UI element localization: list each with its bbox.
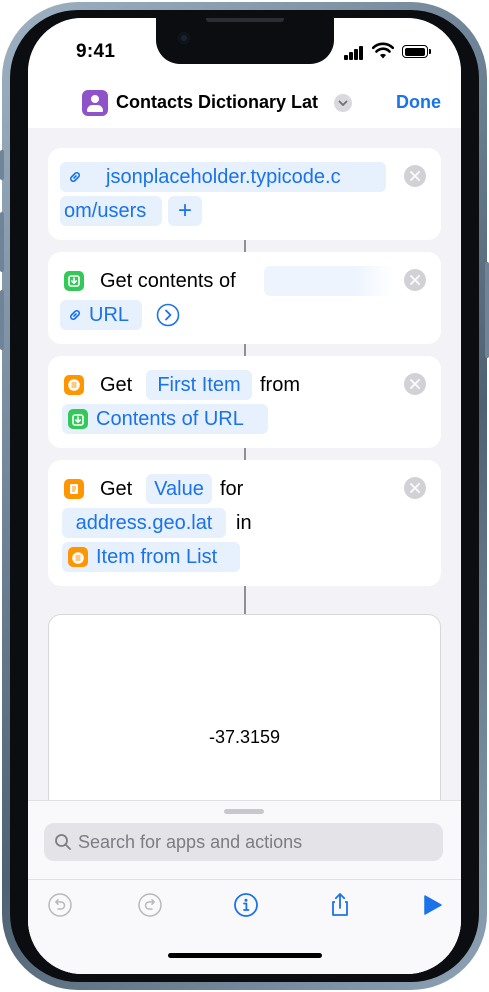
action-search-sheet: Search for apps and actions	[28, 800, 461, 974]
source-variable-pill[interactable]: Item from List	[62, 542, 240, 572]
url-text-line2: om/users	[64, 200, 147, 222]
redo-icon[interactable]	[136, 891, 164, 919]
get-contents-action-card[interactable]: Get contents of URL	[48, 252, 441, 344]
url-text-pill-continued[interactable]: om/users	[60, 196, 162, 226]
add-button[interactable]: +	[168, 196, 202, 226]
speaker-grille	[206, 18, 284, 22]
close-icon[interactable]	[404, 165, 426, 187]
download-icon	[64, 271, 84, 291]
url-variable-pill[interactable]: URL	[60, 300, 142, 330]
power-button	[485, 262, 489, 358]
search-icon	[55, 834, 71, 850]
link-icon	[70, 310, 80, 320]
url-variable-label: URL	[89, 304, 130, 326]
url-action-card[interactable]: jsonplaceholder.typicode.c om/users +	[48, 148, 441, 240]
get-label: Get	[100, 374, 133, 396]
connector-line	[244, 586, 246, 616]
get-label: Get	[100, 478, 133, 500]
source-variable-label: Contents of URL	[96, 408, 244, 430]
get-item-action-card[interactable]: Get First Item from Contents of URL	[48, 356, 441, 448]
camera-icon	[178, 32, 190, 44]
undo-icon[interactable]	[46, 891, 74, 919]
list-icon	[68, 547, 88, 567]
source-variable-label: Item from List	[96, 546, 218, 568]
volume-up-button	[0, 212, 4, 272]
home-indicator	[168, 953, 322, 958]
get-value-action-card[interactable]: Get Value for address.geo.lat in Item fr…	[48, 460, 441, 586]
value-selector-pill[interactable]: Value	[146, 474, 212, 504]
chevron-right-circle-icon[interactable]	[156, 303, 180, 327]
screen: 9:41 Contacts Dictionary Lat Done jsonpl…	[28, 18, 461, 974]
in-label: in	[236, 512, 252, 534]
dictionary-icon	[64, 479, 84, 499]
wifi-icon	[372, 42, 394, 59]
link-icon	[70, 172, 80, 182]
contacts-icon[interactable]	[82, 90, 108, 116]
toolbar-divider	[28, 879, 461, 880]
result-value: -37.3159	[208, 727, 281, 747]
search-input[interactable]: Search for apps and actions	[44, 823, 443, 861]
item-selector-pill[interactable]: First Item	[146, 370, 252, 400]
list-icon	[64, 375, 84, 395]
close-icon[interactable]	[404, 477, 426, 499]
chevron-down-icon[interactable]	[334, 94, 352, 112]
notch	[156, 18, 334, 64]
volume-down-button	[0, 290, 4, 350]
url-text-pill[interactable]: jsonplaceholder.typicode.c	[60, 162, 386, 192]
from-label: from	[260, 374, 300, 396]
mute-switch	[0, 150, 4, 180]
nav-bar: Contacts Dictionary Lat Done	[28, 74, 461, 129]
download-icon	[68, 409, 88, 429]
method-placeholder-pill[interactable]	[264, 266, 394, 296]
get-contents-label: Get contents of	[100, 270, 236, 292]
search-placeholder: Search for apps and actions	[78, 832, 303, 852]
run-icon[interactable]	[418, 891, 446, 919]
for-label: for	[220, 478, 244, 500]
done-button[interactable]: Done	[396, 92, 441, 113]
share-icon[interactable]	[326, 891, 354, 919]
cellular-signal-icon	[344, 46, 366, 60]
status-time: 9:41	[76, 41, 116, 62]
close-icon[interactable]	[404, 269, 426, 291]
key-input-pill[interactable]: address.geo.lat	[62, 508, 226, 538]
sheet-grabber[interactable]	[224, 809, 264, 814]
shortcut-title[interactable]: Contacts Dictionary Lat	[116, 92, 318, 113]
url-text-line1: jsonplaceholder.typicode.c	[106, 166, 341, 188]
info-icon[interactable]	[232, 891, 260, 919]
battery-icon	[402, 45, 431, 58]
source-variable-pill[interactable]: Contents of URL	[62, 404, 268, 434]
close-icon[interactable]	[404, 373, 426, 395]
